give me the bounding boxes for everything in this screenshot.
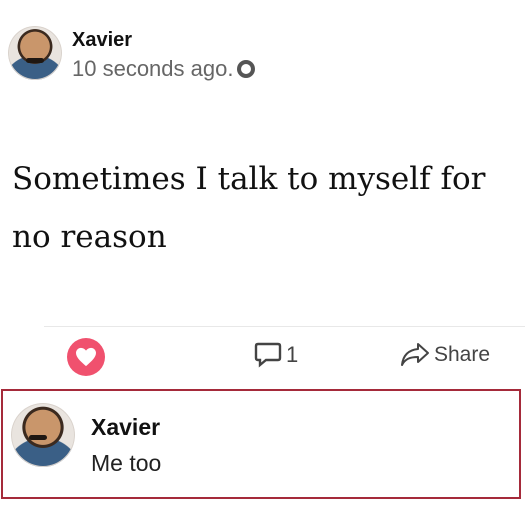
action-bar: 1 Share xyxy=(0,338,525,378)
comment-button[interactable]: 1 xyxy=(254,342,298,368)
reply-box: Xavier Me too xyxy=(1,389,521,499)
divider xyxy=(44,326,525,327)
author-name[interactable]: Xavier xyxy=(72,29,255,51)
like-button[interactable] xyxy=(67,338,105,376)
reply-author[interactable]: Xavier xyxy=(91,414,160,441)
post-header: Xavier 10 seconds ago. xyxy=(8,26,256,83)
author-avatar[interactable] xyxy=(8,26,62,80)
globe-icon xyxy=(237,60,256,78)
post-text: Sometimes I talk to myself for no reason xyxy=(12,150,517,266)
header-text: Xavier 10 seconds ago. xyxy=(72,29,256,83)
share-label: Share xyxy=(434,343,491,366)
reply-text: Me too xyxy=(91,450,162,476)
comment-count: 1 xyxy=(286,342,299,367)
timestamp[interactable]: 10 seconds ago. xyxy=(72,55,233,83)
share-icon xyxy=(401,343,429,366)
reply-avatar[interactable] xyxy=(11,403,75,467)
post-text-line-2: no reason xyxy=(12,219,167,255)
share-button[interactable]: Share xyxy=(400,342,490,368)
post-text-line-1: Sometimes I talk to myself for xyxy=(12,161,486,197)
comment-icon xyxy=(254,342,282,368)
post-meta: 10 seconds ago. xyxy=(72,55,256,83)
heart-icon xyxy=(76,347,96,367)
